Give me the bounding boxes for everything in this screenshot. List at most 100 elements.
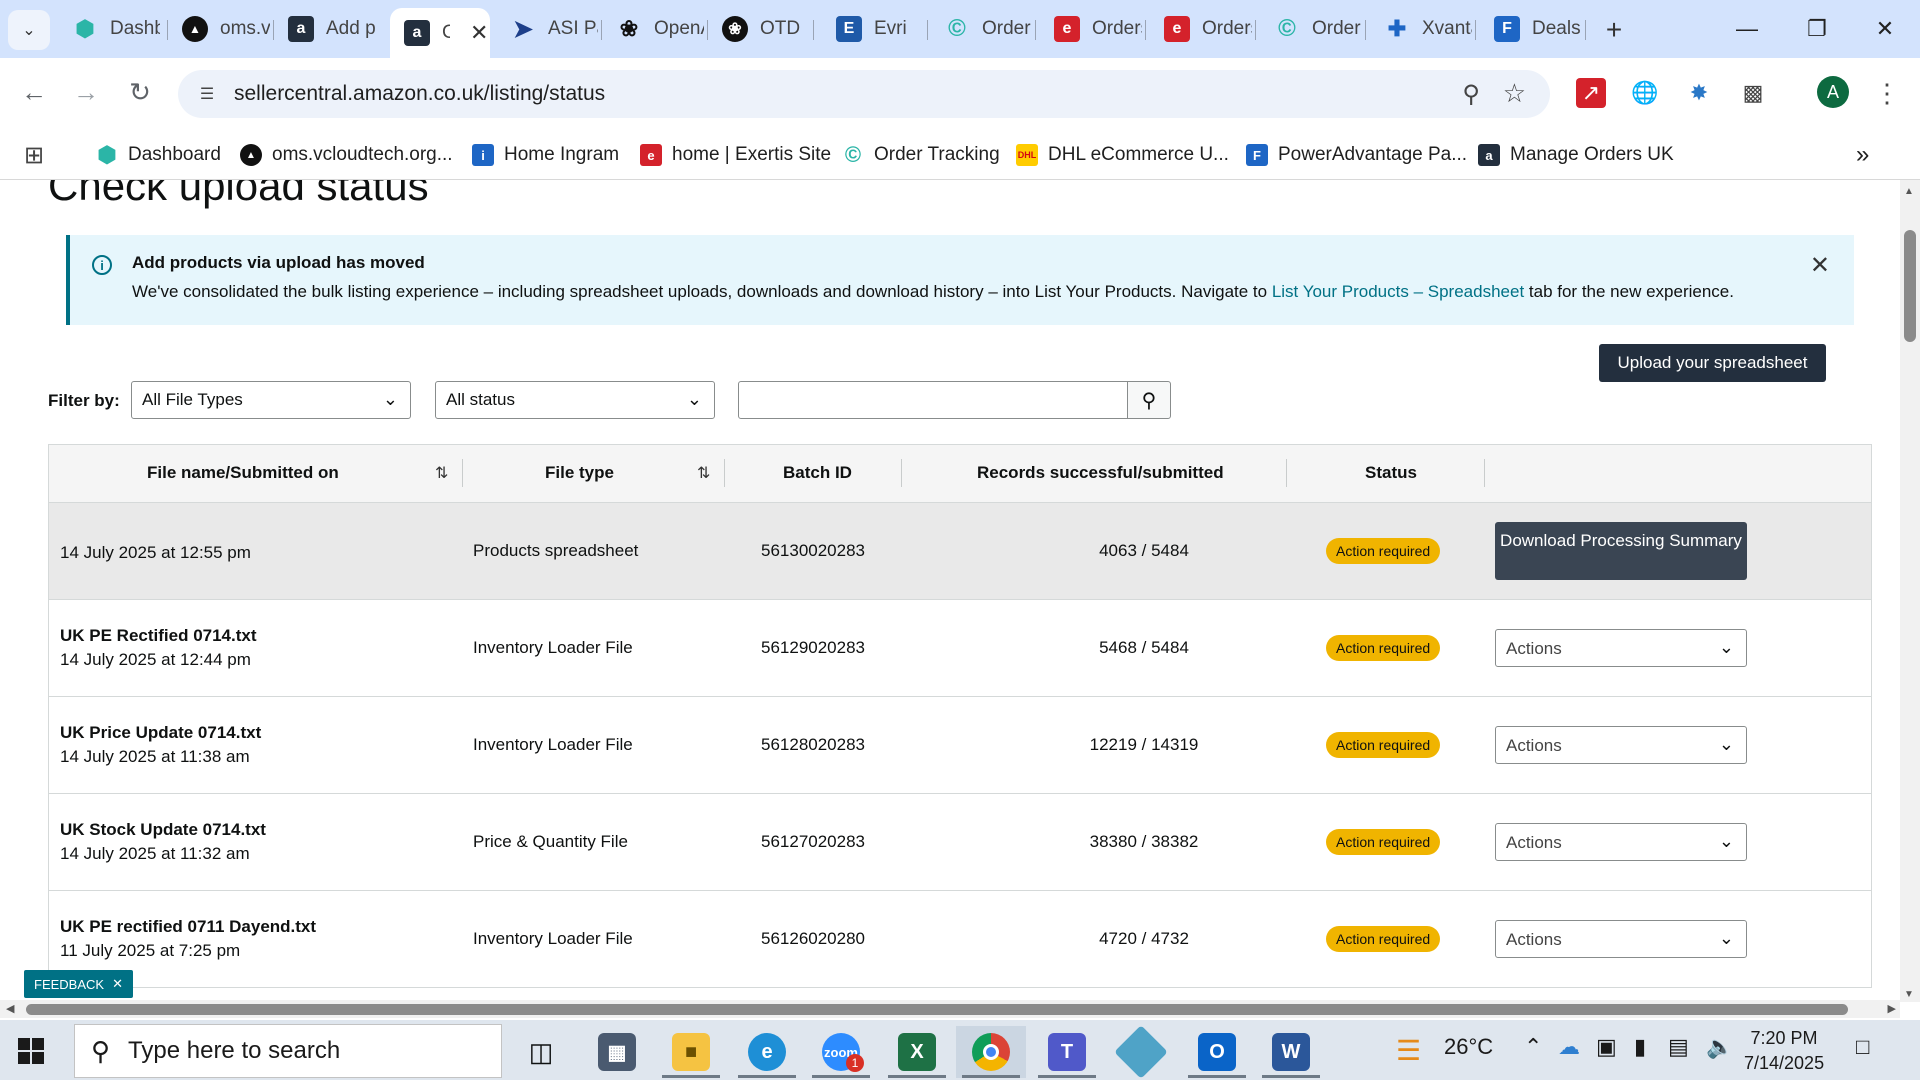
- tab-separator: [1475, 20, 1476, 40]
- windows-start-icon[interactable]: [18, 1038, 44, 1064]
- device-icon[interactable]: ▣: [1596, 1034, 1617, 1060]
- bookmark-order-tracking[interactable]: © Order Tracking: [842, 139, 1000, 171]
- zoom-app-icon[interactable]: zoom 1: [806, 1026, 876, 1078]
- outlook-icon[interactable]: O: [1182, 1026, 1252, 1078]
- feedback-tab[interactable]: FEEDBACK ✕: [24, 970, 133, 998]
- close-alert-icon[interactable]: ✕: [1810, 251, 1830, 280]
- zoom-icon[interactable]: ⚲: [1462, 80, 1480, 109]
- extensions-icon[interactable]: ▩: [1738, 78, 1768, 108]
- battery-icon[interactable]: ▮: [1634, 1034, 1646, 1060]
- bookmark-manage-orders[interactable]: a Manage Orders UK: [1478, 139, 1674, 171]
- scroll-left-arrow-icon[interactable]: ◀: [6, 1002, 14, 1015]
- tab-evri[interactable]: E Evri: [822, 8, 928, 50]
- horizontal-scrollbar[interactable]: ◀ ▶: [0, 1000, 1900, 1018]
- excel-icon[interactable]: X: [882, 1026, 952, 1078]
- calculator-icon[interactable]: ▦: [582, 1026, 652, 1078]
- scroll-up-arrow-icon[interactable]: ▲: [1904, 186, 1914, 197]
- chevron-down-icon: ⌄: [22, 22, 36, 39]
- search-button[interactable]: ⚲: [1127, 381, 1171, 419]
- bookmark-oms[interactable]: ▲ oms.vcloudtech.org...: [240, 139, 453, 171]
- task-view-icon[interactable]: ◫: [506, 1026, 576, 1078]
- word-icon[interactable]: W: [1256, 1026, 1326, 1078]
- tab-deals[interactable]: F Deals: [1480, 8, 1586, 50]
- tab-xvantage[interactable]: ✚ Xvantage: [1370, 8, 1476, 50]
- restore-button[interactable]: ❐: [1784, 8, 1850, 50]
- system-clock[interactable]: 7:20 PM 7/14/2025: [1744, 1026, 1824, 1076]
- upload-spreadsheet-button[interactable]: Upload your spreadsheet: [1599, 344, 1826, 382]
- tab-dashboard[interactable]: ⬢ Dashboard: [58, 8, 168, 50]
- tab-orders-1[interactable]: e Orders: [1040, 8, 1146, 50]
- search-input[interactable]: [738, 381, 1128, 419]
- close-tab-icon[interactable]: ✕: [470, 20, 488, 46]
- bookmark-home-ingram[interactable]: i Home Ingram: [472, 139, 619, 171]
- status-filter[interactable]: All status ⌄: [435, 381, 715, 419]
- minimize-button[interactable]: —: [1714, 8, 1780, 50]
- onedrive-icon[interactable]: ☁: [1558, 1034, 1580, 1060]
- scroll-right-arrow-icon[interactable]: ▶: [1888, 1002, 1896, 1015]
- volume-icon[interactable]: 🔈: [1706, 1034, 1733, 1060]
- tab-oms[interactable]: ▲ oms.vcloudtech: [168, 8, 274, 50]
- new-tab-button[interactable]: +: [1596, 10, 1632, 50]
- bookmark-label: home | Exertis Site: [672, 144, 832, 165]
- tab-order-tracking[interactable]: © Order Tracking: [930, 8, 1036, 50]
- bookmark-poweradvantage[interactable]: F PowerAdvantage Pa...: [1246, 139, 1467, 171]
- records-count: 5468 / 5484: [1099, 638, 1189, 657]
- teams-icon[interactable]: T: [1032, 1026, 1102, 1078]
- url-text[interactable]: sellercentral.amazon.co.uk/listing/statu…: [234, 82, 605, 106]
- back-button[interactable]: ←: [14, 72, 54, 112]
- tab-otd[interactable]: ❀ OTD: [708, 8, 814, 50]
- file-explorer-icon[interactable]: ■: [656, 1026, 726, 1078]
- menu-kebab-icon[interactable]: ⋮: [1872, 78, 1902, 108]
- tab-separator: [1365, 20, 1366, 40]
- sort-icon[interactable]: ⇅: [435, 463, 448, 483]
- taskbar-search-box[interactable]: ⚲ Type here to search: [74, 1024, 502, 1078]
- tab-openai[interactable]: ❀ OpenAI: [602, 8, 708, 50]
- site-info-icon[interactable]: ☰: [194, 81, 220, 107]
- app-hexagon-icon[interactable]: [1106, 1025, 1176, 1079]
- address-bar[interactable]: ☰ sellercentral.amazon.co.uk/listing/sta…: [178, 70, 1550, 118]
- forward-button[interactable]: →: [66, 72, 106, 112]
- tab-check-upload-status[interactable]: a Check upload status ✕: [390, 8, 490, 58]
- scrollbar-thumb[interactable]: [1904, 230, 1916, 342]
- network-icon[interactable]: ▤: [1668, 1034, 1689, 1060]
- tab-asi[interactable]: ➤ ASI Partner: [496, 8, 602, 50]
- chevron-up-icon[interactable]: ⌃: [1524, 1034, 1542, 1060]
- actions-dropdown[interactable]: Actions ⌄: [1495, 629, 1747, 667]
- file-type: Products spreadsheet: [473, 541, 639, 560]
- weather-icon[interactable]: ☰: [1396, 1034, 1421, 1067]
- bookmark-dashboard[interactable]: ⬢ Dashboard: [96, 139, 221, 171]
- download-processing-summary-button[interactable]: Download Processing Summary: [1495, 522, 1747, 580]
- close-icon[interactable]: ✕: [112, 976, 123, 992]
- tab-title: Orders: [1092, 18, 1142, 39]
- actions-dropdown[interactable]: Actions ⌄: [1495, 726, 1747, 764]
- globe-extension-icon[interactable]: 🌐: [1630, 78, 1660, 108]
- tab-search-button[interactable]: ⌄: [8, 10, 50, 50]
- pdf-extension-icon[interactable]: ↗: [1576, 78, 1606, 108]
- more-bookmarks-icon[interactable]: »: [1856, 139, 1869, 171]
- bookmark-label: Home Ingram: [504, 144, 620, 165]
- sort-icon[interactable]: ⇅: [697, 463, 710, 483]
- temperature[interactable]: 26°C: [1444, 1034, 1493, 1060]
- bookmark-star-icon[interactable]: ☆: [1503, 78, 1526, 109]
- actions-dropdown[interactable]: Actions ⌄: [1495, 823, 1747, 861]
- actions-dropdown[interactable]: Actions ⌄: [1495, 920, 1747, 958]
- triangle-icon: ▲: [182, 16, 208, 42]
- reload-button[interactable]: ↻: [120, 72, 160, 112]
- tab-add-products[interactable]: a Add products: [274, 8, 384, 50]
- tab-order-tracking-2[interactable]: © Order Tracking: [1260, 8, 1366, 50]
- profile-avatar[interactable]: A: [1817, 76, 1849, 108]
- scrollbar-thumb[interactable]: [26, 1004, 1848, 1015]
- bookmark-dhl[interactable]: DHL DHL eCommerce U...: [1016, 139, 1229, 171]
- vertical-scrollbar[interactable]: ▲ ▼: [1900, 180, 1920, 1002]
- notifications-icon[interactable]: □: [1856, 1034, 1869, 1060]
- puzzle-blue-extension-icon[interactable]: ✸: [1684, 78, 1714, 108]
- chrome-icon[interactable]: [956, 1026, 1026, 1078]
- apps-grid-icon[interactable]: ⊞: [24, 139, 44, 171]
- list-your-products-link[interactable]: List Your Products – Spreadsheet: [1272, 282, 1524, 301]
- edge-icon[interactable]: e: [732, 1026, 802, 1078]
- scroll-down-arrow-icon[interactable]: ▼: [1904, 989, 1914, 1000]
- close-window-button[interactable]: ✕: [1852, 8, 1918, 50]
- file-type-filter[interactable]: All File Types ⌄: [131, 381, 411, 419]
- bookmark-exertis[interactable]: e home | Exertis Site: [640, 139, 831, 171]
- tab-orders-2[interactable]: e Orders: [1150, 8, 1256, 50]
